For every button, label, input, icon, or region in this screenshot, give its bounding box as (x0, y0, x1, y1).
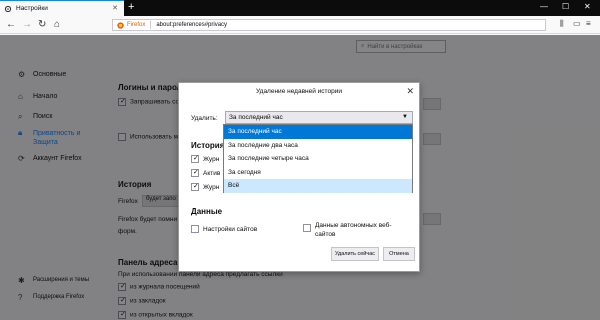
new-tab-button[interactable]: + (128, 1, 134, 14)
delete-now-button[interactable]: Удалить сейчас (331, 247, 379, 261)
dropdown-option-last-hour[interactable]: За последний час (224, 125, 412, 139)
checkbox[interactable] (191, 168, 199, 177)
history-option-forms[interactable]: Журн (191, 182, 220, 191)
checkbox[interactable] (191, 225, 199, 233)
data-group-title: Данные (191, 207, 223, 216)
navigation-bar: ← → ↻ ⌂ Firefox about:preferences#privac… (0, 16, 600, 34)
library-icon[interactable]: ⫼ (560, 19, 564, 29)
tab-close-icon[interactable]: ✕ (112, 4, 118, 12)
history-option-label: Актив (203, 169, 221, 177)
history-option-label: Журн (203, 183, 220, 191)
back-icon[interactable]: ← (6, 19, 16, 31)
url-identity: Firefox (127, 22, 146, 28)
maximize-button[interactable]: ☐ (562, 2, 569, 11)
offline-data-label-line1: Данные автономных веб- (315, 222, 392, 229)
window-close-button[interactable]: ✕ (584, 2, 591, 11)
data-option-label: Настройки сайтов (203, 225, 258, 233)
time-range-value: За последний час (229, 114, 283, 121)
dropdown-option-today[interactable]: За сегодня (224, 166, 412, 180)
dropdown-option-everything[interactable]: Всё (224, 179, 412, 193)
checkbox[interactable] (303, 224, 311, 232)
cancel-button[interactable]: Отмена (383, 247, 415, 261)
data-option-label: Данные автономных веб- сайтов (315, 221, 392, 239)
sidebar-toggle-icon[interactable]: ▭ (573, 19, 581, 28)
menu-icon[interactable]: ≡ (586, 19, 591, 28)
dropdown-option-two-hours[interactable]: За последние два часа (224, 139, 412, 153)
firefox-logo-icon (117, 21, 124, 29)
home-icon[interactable]: ⌂ (54, 19, 60, 31)
tab-settings[interactable]: Настройки ✕ (0, 0, 124, 16)
dropdown-option-four-hours[interactable]: За последние четыре часа (224, 152, 412, 166)
time-range-select[interactable]: За последний час ▼ (225, 111, 413, 124)
history-option-label: Журн (203, 155, 220, 163)
dialog-title: Удаление недавней истории (256, 88, 342, 95)
url-text[interactable]: about:preferences#privacy (156, 22, 227, 28)
checkbox[interactable] (191, 182, 199, 191)
tab-title: Настройки (16, 5, 48, 12)
close-icon[interactable]: ✕ (406, 86, 414, 97)
chevron-down-icon: ▼ (402, 114, 408, 120)
time-range-dropdown: За последний час За последние два часа З… (223, 124, 413, 193)
url-bar[interactable]: Firefox about:preferences#privacy (112, 19, 546, 31)
reload-icon[interactable]: ↻ (38, 19, 46, 31)
gear-icon (4, 5, 12, 12)
tab-strip: Настройки ✕ + — ☐ ✕ (0, 0, 600, 16)
forward-icon[interactable]: → (22, 19, 32, 31)
data-option-site-settings[interactable]: Настройки сайтов (191, 225, 257, 233)
offline-data-label-line2: сайтов (315, 231, 336, 238)
minimize-button[interactable]: — (540, 2, 548, 11)
url-separator (150, 21, 152, 29)
data-option-offline[interactable]: Данные автономных веб- сайтов (303, 221, 392, 239)
checkbox[interactable] (191, 154, 199, 163)
history-option-browsing[interactable]: Журн (191, 154, 220, 163)
history-group-title: История (191, 141, 225, 150)
history-option-active[interactable]: Актив (191, 168, 221, 177)
time-range-label: Удалить: (191, 115, 218, 122)
